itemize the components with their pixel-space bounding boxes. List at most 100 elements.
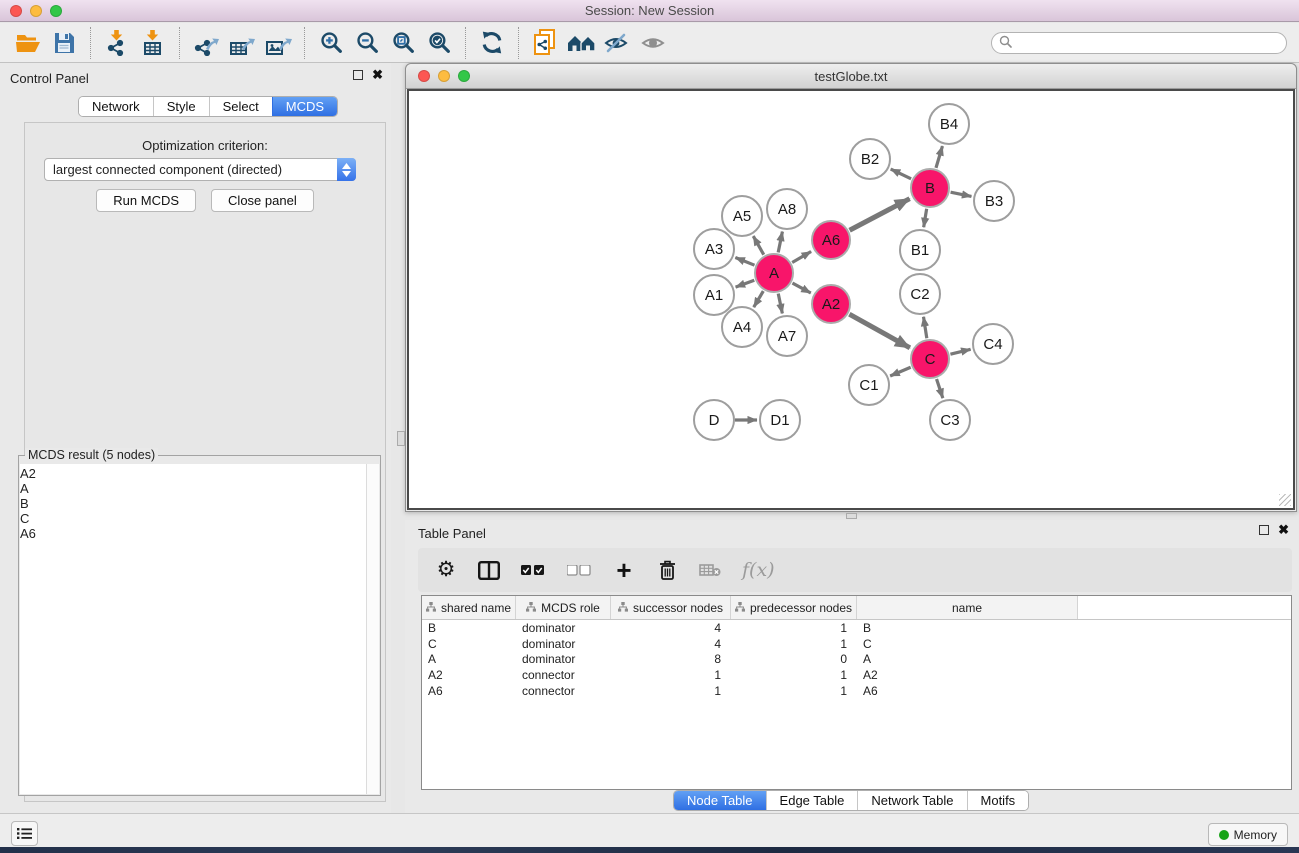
gear-icon[interactable]: ⚙: [435, 559, 457, 581]
tab-select[interactable]: Select: [209, 97, 272, 116]
memory-button[interactable]: Memory: [1208, 823, 1288, 846]
edge-A-A8[interactable]: [778, 232, 782, 253]
mcds-result-list: A2ABCA6: [20, 464, 379, 541]
mcds-result-item[interactable]: A2: [20, 466, 379, 481]
edge-C-C3[interactable]: [937, 379, 943, 398]
refresh-icon[interactable]: [474, 26, 510, 60]
zoom-in-icon[interactable]: [313, 26, 349, 60]
mcds-result-item[interactable]: B: [20, 496, 379, 511]
column-header-predecessor-nodes[interactable]: predecessor nodes: [731, 596, 857, 619]
home-icon[interactable]: [563, 26, 599, 60]
edge-A-A1[interactable]: [736, 280, 755, 287]
table-cell: 8: [611, 652, 731, 666]
export-image-icon[interactable]: [260, 26, 296, 60]
network-canvas[interactable]: B4B2BB3A5A8A6A3B1AA1C2A2A4A7C4CC1C3DD1: [407, 89, 1295, 510]
edge-B-B3[interactable]: [951, 192, 972, 196]
edge-A-A2[interactable]: [792, 283, 810, 293]
table-row[interactable]: Bdominator41B: [422, 620, 1291, 636]
hide-eye-icon[interactable]: [599, 26, 635, 60]
table-panel: Table Panel ✖ ⚙ + f(x) shared nameMCDS rol…: [405, 520, 1299, 813]
mcds-result-item[interactable]: C: [20, 511, 379, 526]
vertical-split-handle[interactable]: [397, 431, 405, 446]
table-cell: B: [857, 621, 1078, 635]
tab-style[interactable]: Style: [153, 97, 209, 116]
mcds-result-item[interactable]: A6: [20, 526, 379, 541]
resize-grip-icon[interactable]: [1279, 494, 1291, 506]
column-header-shared-name[interactable]: shared name: [422, 596, 516, 619]
select-all-icon[interactable]: [521, 565, 546, 576]
tab-mcds[interactable]: MCDS: [272, 97, 337, 116]
table-row[interactable]: A2connector11A2: [422, 667, 1291, 683]
node-label-D1: D1: [770, 412, 789, 429]
deselect-all-icon[interactable]: [567, 565, 592, 576]
dropdown-stepper-icon: [337, 158, 356, 181]
mcds-result-item[interactable]: A: [20, 481, 379, 496]
task-history-button[interactable]: [11, 821, 38, 846]
import-network-icon[interactable]: [99, 26, 135, 60]
zoom-selected-icon[interactable]: [421, 26, 457, 60]
edge-A-A7[interactable]: [778, 294, 782, 314]
run-mcds-button[interactable]: Run MCDS: [96, 189, 196, 212]
table-row[interactable]: Adominator80A: [422, 652, 1291, 668]
delete-column-icon[interactable]: [656, 560, 678, 580]
open-file-icon[interactable]: [10, 26, 46, 60]
table-close-panel-icon[interactable]: ✖: [1278, 525, 1289, 535]
close-panel-icon[interactable]: ✖: [372, 70, 383, 80]
network-window-titlebar[interactable]: testGlobe.txt: [406, 64, 1296, 89]
criterion-dropdown[interactable]: largest connected component (directed): [44, 158, 356, 181]
table-row[interactable]: Cdominator41C: [422, 636, 1291, 652]
control-panel: Control Panel ✖ NetworkStyleSelectMCDS O…: [0, 63, 391, 813]
table-tabs: Node TableEdge TableNetwork TableMotifs: [673, 790, 1029, 811]
node-label-A4: A4: [733, 319, 751, 336]
search-icon: [999, 35, 1012, 51]
column-header-MCDS-role[interactable]: MCDS role: [516, 596, 611, 619]
zoom-fit-icon[interactable]: [385, 26, 421, 60]
node-label-C1: C1: [859, 377, 878, 394]
table-row[interactable]: A6connector11A6: [422, 683, 1291, 699]
tab-network[interactable]: Network: [79, 97, 153, 116]
column-view-icon[interactable]: [478, 561, 500, 580]
float-panel-icon[interactable]: [353, 70, 363, 80]
edge-A2-C[interactable]: [849, 314, 910, 348]
search-box[interactable]: [991, 32, 1287, 54]
attribute-type-icon: [426, 601, 436, 615]
horizontal-split-handle[interactable]: [846, 513, 857, 519]
edge-A-A3[interactable]: [735, 258, 754, 266]
edge-B-B2[interactable]: [891, 169, 911, 179]
edge-C-C1[interactable]: [890, 367, 911, 376]
table-panel-title: Table Panel: [418, 526, 486, 541]
export-network-icon[interactable]: [188, 26, 224, 60]
add-column-icon[interactable]: +: [613, 560, 635, 580]
tab-motifs[interactable]: Motifs: [967, 791, 1029, 810]
edge-A-A6[interactable]: [792, 252, 811, 263]
result-scrollbar[interactable]: [366, 464, 379, 794]
tab-network-table[interactable]: Network Table: [857, 791, 966, 810]
edge-A-A4[interactable]: [754, 291, 764, 307]
network-document-icon[interactable]: [527, 26, 563, 60]
edge-C-C2[interactable]: [923, 317, 926, 339]
edge-A6-B[interactable]: [850, 199, 910, 231]
window-titlebar: Session: New Session: [0, 0, 1299, 22]
function-builder-icon[interactable]: f(x): [742, 559, 775, 581]
node-label-A5: A5: [733, 208, 751, 225]
tab-edge-table[interactable]: Edge Table: [766, 791, 858, 810]
table-float-panel-icon[interactable]: [1259, 525, 1269, 535]
import-table-icon[interactable]: [135, 26, 171, 60]
delete-table-icon[interactable]: [699, 563, 721, 577]
edge-C-C4[interactable]: [950, 349, 970, 354]
edge-A-A5[interactable]: [753, 236, 763, 255]
edge-B-B4[interactable]: [936, 146, 942, 168]
edge-B-B1[interactable]: [924, 209, 927, 228]
tab-node-table[interactable]: Node Table: [674, 791, 766, 810]
column-header-name[interactable]: name: [857, 596, 1078, 619]
search-input[interactable]: [1016, 36, 1279, 50]
show-eye-icon[interactable]: [635, 26, 671, 60]
zoom-out-icon[interactable]: [349, 26, 385, 60]
column-header-successor-nodes[interactable]: successor nodes: [611, 596, 731, 619]
close-panel-button[interactable]: Close panel: [211, 189, 314, 212]
toolbar-separator: [465, 27, 466, 59]
table-cell: dominator: [516, 637, 611, 651]
export-table-icon[interactable]: [224, 26, 260, 60]
save-session-icon[interactable]: [46, 26, 82, 60]
table-cell: 1: [731, 621, 857, 635]
